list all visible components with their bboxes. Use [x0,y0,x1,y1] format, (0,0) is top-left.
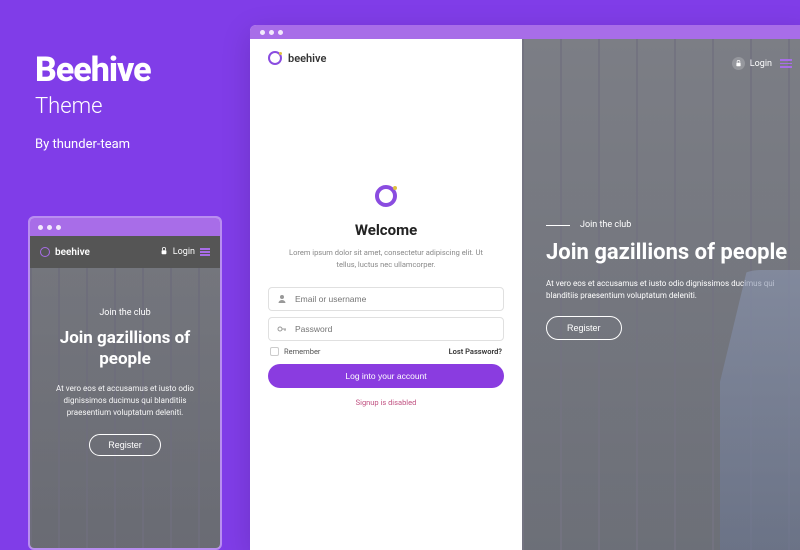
logo[interactable]: beehive [40,247,90,258]
login-label: Login [750,59,772,69]
theme-title: Beehive [35,50,151,90]
login-link[interactable]: Login [173,247,195,257]
key-icon [277,324,287,334]
lock-icon [160,247,168,258]
info-panel: Beehive Theme By thunder-team [35,50,151,152]
logo-icon [375,185,397,207]
hero-header: Login [540,57,792,70]
signup-disabled-text: Signup is disabled [268,398,504,407]
lock-icon [732,57,745,70]
mobile-titlebar [30,218,220,236]
welcome-title: Welcome [268,221,504,239]
login-panel: beehive Welcome Lorem ipsum dolor sit am… [250,39,522,550]
mobile-preview: beehive Login Join the club Join gazilli… [28,216,222,550]
remember-checkbox-wrapper[interactable]: Remember [270,347,320,356]
theme-author: By thunder-team [35,137,151,152]
window-dot [269,30,274,35]
register-button[interactable]: Register [89,434,161,456]
window-dot [38,225,43,230]
menu-icon[interactable] [780,57,792,70]
email-field-wrapper [268,287,504,311]
login-link[interactable]: Login [732,57,772,70]
window-dot [56,225,61,230]
hero-eyebrow-row: Join the club [546,220,792,230]
window-dot [278,30,283,35]
desktop-titlebar [250,25,800,39]
welcome-copy: Lorem ipsum dolor sit amet, consectetur … [268,247,504,271]
lost-password-link[interactable]: Lost Password? [449,347,502,356]
hero-copy: At vero eos et accusamus et iusto odio d… [42,383,208,419]
user-icon [277,294,287,304]
logo-text: beehive [288,52,326,65]
hero-panel: Login Join the club Join gazillions of p… [522,39,800,550]
remember-row: Remember Lost Password? [270,347,502,356]
mobile-actions: Login [160,247,210,258]
password-input[interactable] [295,324,495,334]
logo-icon [268,51,282,65]
mobile-hero: Join the club Join gazillions of people … [30,268,220,550]
login-button[interactable]: Log into your account [268,364,504,388]
logo-icon [40,247,50,257]
welcome-logo [268,185,504,207]
divider [546,225,570,226]
hero-heading: Join gazillions of people [42,328,208,371]
theme-subtitle: Theme [35,94,151,119]
logo[interactable]: beehive [268,51,504,65]
login-form: Welcome Lorem ipsum dolor sit amet, cons… [268,185,504,407]
email-input[interactable] [295,294,495,304]
hero-eyebrow: Join the club [42,308,208,318]
register-button[interactable]: Register [546,316,622,340]
remember-checkbox[interactable] [270,347,279,356]
mobile-header: beehive Login [30,236,220,268]
logo-text: beehive [55,247,90,258]
desktop-preview: beehive Welcome Lorem ipsum dolor sit am… [250,25,800,550]
menu-icon[interactable] [200,247,210,258]
window-dot [260,30,265,35]
password-field-wrapper [268,317,504,341]
hero-heading: Join gazillions of people [546,240,792,266]
desktop-body: beehive Welcome Lorem ipsum dolor sit am… [250,39,800,550]
window-dot [47,225,52,230]
hero-eyebrow: Join the club [580,220,631,230]
remember-label: Remember [284,347,320,356]
